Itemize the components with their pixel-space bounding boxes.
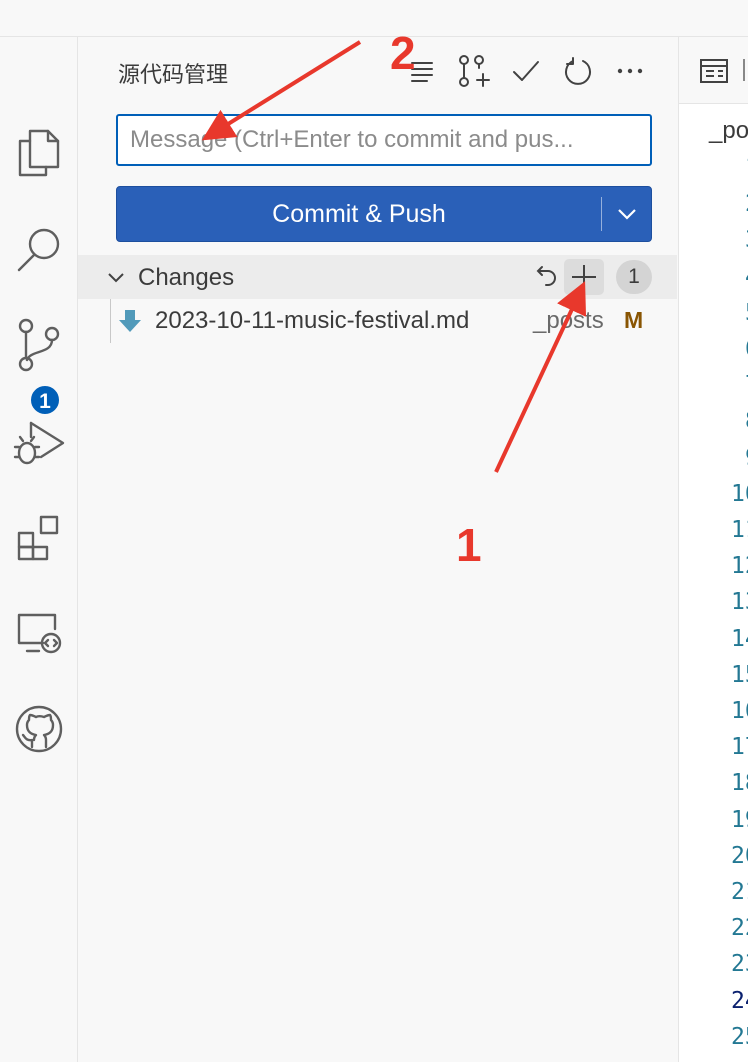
line-number-text: 23 [731,951,748,978]
github-icon [15,705,62,753]
explorer-button[interactable] [0,117,77,189]
breadcrumb[interactable]: _po [709,117,748,145]
title-bar [0,0,748,37]
chevron-down-icon [618,209,636,220]
panel-title: 源代码管理 [118,62,229,87]
github-button[interactable] [0,693,77,765]
changed-file-item[interactable]: 2023-10-11-music-festival.md _posts M [78,299,677,343]
indent-guide [110,299,111,343]
debug-icon [13,421,64,465]
chevron-down-icon [108,273,124,283]
line-number-text: 15 [731,661,748,688]
editor-area: _po 123456789101112131415161718192021222… [678,37,748,1062]
remote-explorer-icon [17,613,61,654]
create-pull-request-button[interactable] [454,51,494,91]
search-icon [17,228,59,272]
remote-explorer-button[interactable] [0,597,77,669]
commit-push-label: Commit & Push [272,200,446,228]
commit-push-button[interactable]: Commit & Push [116,186,652,242]
line-number-text: 10 [731,480,748,507]
file-status-badge: M [624,307,644,333]
stage-all-button[interactable] [564,259,604,295]
source-control-panel: 源代码管理 Commit & Push [78,37,677,1062]
source-control-icon [18,318,59,372]
line-number-text: 11 [731,517,748,543]
line-number-text: 20 [731,842,748,869]
line-number-text: 14 [731,625,748,652]
annotation-label-1: 1 [456,519,482,571]
extensions-icon [17,515,58,561]
commit-button[interactable] [506,51,546,91]
preview-icon[interactable] [699,57,731,87]
search-button[interactable] [0,213,77,285]
changes-label: Changes [138,264,235,291]
line-number-text: 16 [731,698,748,724]
more-actions-button[interactable] [610,51,650,91]
line-number-text: 12 [731,553,748,580]
check-icon [513,61,539,81]
pull-request-icon [459,55,490,87]
extensions-button[interactable] [0,501,77,573]
commit-dropdown-button[interactable] [603,187,651,241]
activity-bar: 1 [0,37,78,1062]
refresh-icon [565,57,591,85]
commit-message-input[interactable] [116,114,652,166]
refresh-button[interactable] [558,51,598,91]
plus-icon [572,265,596,289]
file-directory: _posts [533,307,604,334]
markdown-file-icon [119,310,141,332]
discard-all-button[interactable] [528,259,564,295]
editor-tab-bar [679,37,748,104]
line-number-text: 19 [731,806,748,833]
changes-group-header[interactable]: Changes 1 [78,255,677,299]
ellipsis-icon [617,68,643,74]
line-number-text: 13 [731,589,748,616]
source-control-button[interactable] [0,309,77,381]
changes-count-badge: 1 [616,260,652,294]
line-number-text: 21 [731,879,748,905]
line-number-text: 18 [731,770,748,797]
tab-edge [743,59,745,81]
discard-icon [536,266,556,286]
run-debug-button[interactable] [0,405,77,477]
scm-badge: 1 [29,384,61,416]
line-number-text: 25 [731,1023,748,1050]
files-icon [18,129,59,177]
commit-separator [601,197,602,231]
line-number-text: 17 [731,734,748,761]
line-number-text: 22 [731,915,748,942]
file-name: 2023-10-11-music-festival.md [155,307,470,334]
annotation-label-2: 2 [390,27,416,79]
line-number-text: 24 [731,987,748,1014]
